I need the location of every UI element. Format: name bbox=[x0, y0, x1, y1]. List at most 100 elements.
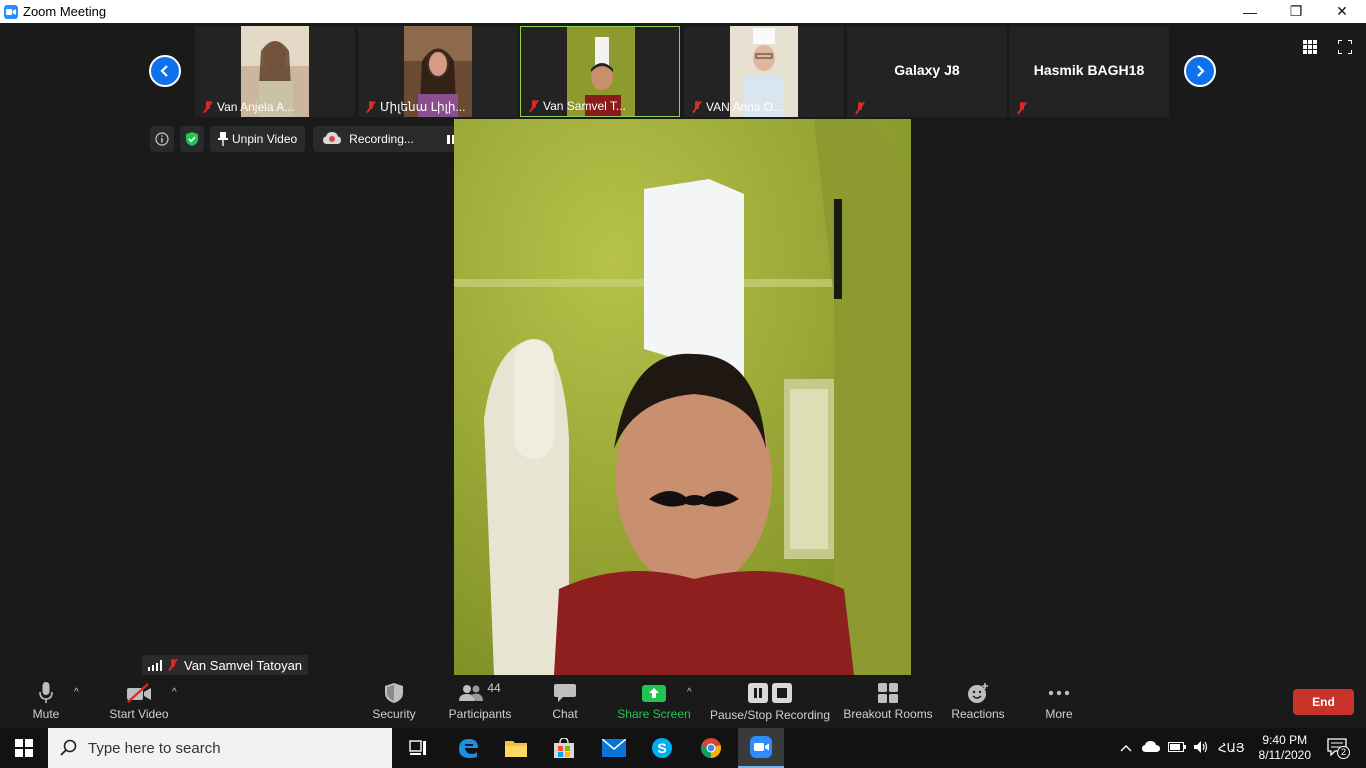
security-button[interactable]: Security bbox=[370, 679, 418, 728]
restore-button[interactable]: ❐ bbox=[1273, 0, 1319, 23]
taskbar-search-box[interactable]: Type here to search bbox=[48, 728, 392, 768]
battery-tray[interactable] bbox=[1168, 741, 1186, 755]
speaker-volume-icon bbox=[1194, 740, 1208, 753]
edge-browser-icon bbox=[459, 739, 478, 758]
taskbar-edge[interactable] bbox=[448, 728, 488, 768]
info-icon bbox=[155, 132, 169, 146]
start-button[interactable] bbox=[0, 728, 48, 768]
meeting-stage: Van Anjela A... Միլենա Լիլի... Van Samve… bbox=[0, 23, 1366, 679]
chevron-right-icon bbox=[1197, 65, 1205, 77]
participant-tile[interactable]: Միլենա Լիլի... bbox=[358, 26, 518, 117]
mic-muted-icon bbox=[1017, 102, 1027, 114]
participant-name: Van Samvel T... bbox=[529, 99, 626, 113]
breakout-rooms-button[interactable]: Breakout Rooms bbox=[842, 679, 934, 728]
shield-check-icon bbox=[186, 132, 198, 146]
breakout-rooms-icon bbox=[878, 683, 898, 703]
share-screen-button[interactable]: Share Screen bbox=[614, 679, 694, 728]
encryption-button[interactable] bbox=[180, 126, 204, 152]
breakout-rooms-label: Breakout Rooms bbox=[843, 707, 933, 721]
meeting-info-button[interactable] bbox=[150, 126, 174, 152]
input-language[interactable]: ՀԱՅ bbox=[1218, 741, 1245, 755]
mic-muted-icon bbox=[529, 100, 539, 112]
participant-tile[interactable]: VAN Anna O... bbox=[684, 26, 844, 117]
mic-muted-icon bbox=[168, 659, 178, 671]
clock-date: 8/11/2020 bbox=[1258, 748, 1312, 762]
window-title: Zoom Meeting bbox=[23, 4, 107, 19]
gallery-prev-button[interactable] bbox=[149, 55, 181, 87]
taskbar-store[interactable] bbox=[544, 728, 584, 768]
participant-display-name: Hasmik BAGH18 bbox=[1033, 62, 1145, 78]
store-bag-icon bbox=[554, 738, 574, 758]
video-off-icon bbox=[127, 683, 151, 703]
start-video-button[interactable]: Start Video bbox=[106, 679, 172, 728]
taskbar-mail[interactable] bbox=[594, 728, 634, 768]
chat-button[interactable]: Chat bbox=[545, 679, 585, 728]
participant-display-name: Galaxy J8 bbox=[894, 62, 960, 78]
shield-icon bbox=[385, 683, 403, 703]
end-meeting-button[interactable]: End bbox=[1293, 689, 1354, 715]
skype-icon: S bbox=[652, 738, 672, 758]
participant-name bbox=[1017, 102, 1031, 114]
active-speaker-video bbox=[454, 119, 911, 675]
share-options-caret[interactable]: ^ bbox=[687, 687, 692, 698]
more-button[interactable]: More bbox=[1038, 679, 1080, 728]
taskbar-file-explorer[interactable] bbox=[496, 728, 536, 768]
pause-icon bbox=[748, 683, 768, 703]
more-dots-icon bbox=[1048, 690, 1070, 696]
cloud-icon bbox=[1142, 741, 1160, 752]
pin-icon bbox=[218, 132, 228, 146]
participant-name: VAN Anna O... bbox=[692, 100, 783, 114]
participant-name: Միլենա Լիլի... bbox=[366, 100, 465, 114]
participant-tile-active[interactable]: Van Samvel T... bbox=[520, 26, 680, 117]
taskbar-skype[interactable]: S bbox=[642, 728, 682, 768]
minimize-button[interactable]: — bbox=[1227, 0, 1273, 23]
minimize-icon: — bbox=[1243, 3, 1257, 20]
taskbar-chrome[interactable] bbox=[690, 728, 732, 768]
chat-label: Chat bbox=[552, 707, 578, 721]
pause-stop-recording-label: Pause/Stop Recording bbox=[709, 708, 831, 722]
participants-button[interactable]: 44 Participants bbox=[446, 679, 514, 728]
pause-stop-recording-button[interactable]: Pause/Stop Recording bbox=[708, 679, 832, 728]
gallery-next-button[interactable] bbox=[1184, 55, 1216, 87]
audio-options-caret[interactable]: ^ bbox=[74, 687, 79, 698]
action-center-button[interactable]: 2 bbox=[1327, 737, 1351, 759]
battery-icon bbox=[1168, 742, 1186, 752]
participant-tile[interactable]: Van Anjela A... bbox=[195, 26, 355, 117]
unpin-video-button[interactable]: Unpin Video bbox=[210, 126, 306, 152]
meeting-toolbar: Mute ^ Start Video ^ Security 44 Partici… bbox=[0, 679, 1366, 728]
windows-taskbar: Type here to search S ՀԱՅ 9:40 PM 8/11/2… bbox=[0, 728, 1366, 768]
microphone-icon bbox=[39, 682, 53, 703]
meeting-info-bar: Unpin Video Recording... bbox=[150, 126, 492, 152]
video-options-caret[interactable]: ^ bbox=[172, 687, 177, 698]
participant-tile[interactable]: Galaxy J8 bbox=[847, 26, 1007, 117]
task-view-button[interactable] bbox=[398, 728, 438, 768]
show-hidden-icons-button[interactable] bbox=[1120, 741, 1132, 755]
mail-icon bbox=[602, 739, 626, 757]
gallery-view-button[interactable] bbox=[1300, 37, 1320, 57]
share-screen-icon bbox=[642, 685, 666, 702]
title-bar: Zoom Meeting — ❐ ✕ bbox=[0, 0, 1366, 23]
grid-icon bbox=[1303, 40, 1317, 54]
mic-muted-icon bbox=[203, 101, 213, 113]
clock[interactable]: 9:40 PM 8/11/2020 bbox=[1259, 733, 1312, 763]
onedrive-tray[interactable] bbox=[1142, 741, 1160, 755]
fullscreen-button[interactable] bbox=[1335, 37, 1355, 57]
participants-count: 44 bbox=[487, 681, 501, 695]
volume-tray[interactable] bbox=[1194, 740, 1210, 757]
notification-count-badge: 2 bbox=[1337, 745, 1351, 759]
fullscreen-icon bbox=[1338, 40, 1352, 54]
share-screen-label: Share Screen bbox=[617, 707, 691, 721]
chat-bubble-icon bbox=[554, 684, 576, 702]
reactions-button[interactable]: Reactions bbox=[948, 679, 1008, 728]
close-window-button[interactable]: ✕ bbox=[1319, 0, 1365, 23]
participant-name: Van Anjela A... bbox=[203, 100, 294, 114]
mute-button[interactable]: Mute bbox=[26, 679, 66, 728]
system-tray: ՀԱՅ 9:40 PM 8/11/2020 2 bbox=[1120, 728, 1351, 768]
svg-text:S: S bbox=[657, 740, 666, 756]
participant-tile[interactable]: Hasmik BAGH18 bbox=[1009, 26, 1169, 117]
zoom-app-icon bbox=[750, 736, 772, 758]
restore-icon: ❐ bbox=[1289, 3, 1303, 19]
folder-icon bbox=[505, 741, 527, 757]
signal-strength-icon bbox=[148, 659, 162, 671]
taskbar-zoom[interactable] bbox=[738, 728, 784, 768]
